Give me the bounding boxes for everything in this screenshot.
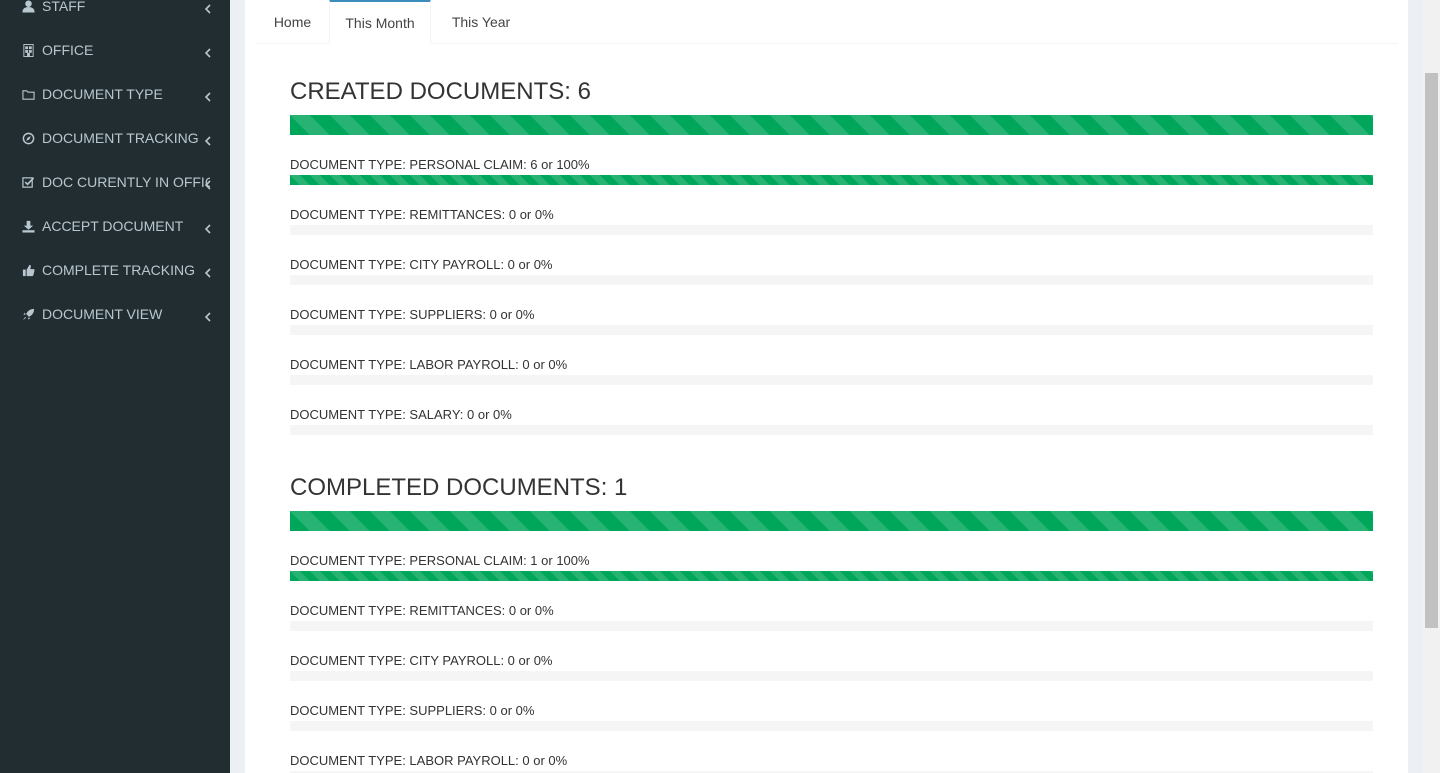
completed-documents-title: COMPLETED DOCUMENTS: 1	[290, 474, 628, 501]
download-icon	[21, 219, 35, 233]
compass-icon	[21, 131, 35, 145]
chevron-left-icon	[204, 177, 212, 190]
thumbs-up-icon	[21, 263, 35, 277]
page-scrollbar[interactable]	[1423, 0, 1440, 773]
created-row-label: DOCUMENT TYPE: SUPPLIERS: 0 or 0%	[290, 307, 535, 322]
created-row-label: DOCUMENT TYPE: SALARY: 0 or 0%	[290, 407, 512, 422]
completed-row-progress	[290, 621, 1373, 631]
completed-row-label: DOCUMENT TYPE: SUPPLIERS: 0 or 0%	[290, 703, 535, 718]
created-documents-title: CREATED DOCUMENTS: 6	[290, 78, 591, 105]
sidebar-item-label: COMPLETE TRACKING	[42, 262, 195, 278]
sidebar-item-office[interactable]: OFFICE	[0, 28, 230, 72]
created-row-label: DOCUMENT TYPE: PERSONAL CLAIM: 6 or 100%	[290, 157, 590, 172]
sidebar-item-doc-currently-in-office[interactable]: DOC CURENTLY IN OFFICE	[0, 160, 230, 204]
folder-icon	[21, 87, 35, 101]
created-row-progress	[290, 425, 1373, 435]
chevron-left-icon	[204, 133, 212, 146]
created-documents-progress	[290, 115, 1373, 135]
sidebar-item-document-tracking[interactable]: DOCUMENT TRACKING	[0, 116, 230, 160]
rocket-icon	[21, 307, 35, 321]
completed-row-progress	[290, 571, 1373, 581]
chevron-left-icon	[204, 265, 212, 278]
building-icon	[21, 43, 35, 57]
sidebar-item-document-type[interactable]: DOCUMENT TYPE	[0, 72, 230, 116]
chevron-left-icon	[204, 45, 212, 58]
completed-row-label: DOCUMENT TYPE: REMITTANCES: 0 or 0%	[290, 603, 554, 618]
sidebar-item-label: OFFICE	[42, 42, 94, 58]
sidebar-item-accept-document[interactable]: ACCEPT DOCUMENT	[0, 204, 230, 248]
completed-row-progress	[290, 671, 1373, 681]
completed-row-label: DOCUMENT TYPE: PERSONAL CLAIM: 1 or 100%	[290, 553, 590, 568]
created-row-label: DOCUMENT TYPE: REMITTANCES: 0 or 0%	[290, 207, 554, 222]
checkbox-icon	[21, 175, 35, 189]
chevron-left-icon	[204, 89, 212, 102]
created-row-label: DOCUMENT TYPE: CITY PAYROLL: 0 or 0%	[290, 257, 553, 272]
tab-home[interactable]: Home	[255, 0, 330, 44]
sidebar-item-label: ACCEPT DOCUMENT	[42, 218, 184, 234]
sidebar-item-label: DOCUMENT VIEW	[42, 306, 163, 322]
completed-row-progress	[290, 721, 1373, 731]
sidebar-item-label: DOC CURENTLY IN OFFICE	[42, 174, 210, 190]
chevron-left-icon	[204, 221, 212, 234]
created-row-progress	[290, 225, 1373, 235]
progress-fill	[290, 175, 1373, 185]
tab-this-month[interactable]: This Month	[329, 0, 431, 44]
user-icon	[21, 0, 35, 13]
progress-fill	[290, 571, 1373, 581]
chevron-left-icon	[204, 309, 212, 322]
created-row-label: DOCUMENT TYPE: LABOR PAYROLL: 0 or 0%	[290, 357, 568, 372]
content-box: Home This Month This Year CREATED DOCUME…	[245, 0, 1408, 773]
scrollbar-thumb[interactable]	[1425, 73, 1438, 628]
sidebar-item-complete-tracking[interactable]: COMPLETE TRACKING	[0, 248, 230, 292]
sidebar-item-staff[interactable]: STAFF	[0, 0, 230, 28]
sidebar-item-document-view[interactable]: DOCUMENT VIEW	[0, 292, 230, 336]
tab-bar: Home This Month This Year	[255, 0, 1398, 44]
tab-this-year[interactable]: This Year	[431, 0, 531, 44]
created-row-progress	[290, 325, 1373, 335]
sidebar-item-label: DOCUMENT TRACKING	[42, 130, 199, 146]
created-row-progress	[290, 175, 1373, 185]
created-row-progress	[290, 375, 1373, 385]
chevron-left-icon	[204, 1, 212, 14]
completed-documents-progress	[290, 511, 1373, 531]
created-row-progress	[290, 275, 1373, 285]
sidebar-item-label: DOCUMENT TYPE	[42, 86, 163, 102]
completed-row-label: DOCUMENT TYPE: LABOR PAYROLL: 0 or 0%	[290, 753, 568, 768]
completed-row-label: DOCUMENT TYPE: CITY PAYROLL: 0 or 0%	[290, 653, 553, 668]
sidebar-item-label: STAFF	[42, 0, 86, 14]
sidebar: STAFF OFFICE DOCUMENT TYPE DOCUMENT TRAC…	[0, 0, 230, 773]
